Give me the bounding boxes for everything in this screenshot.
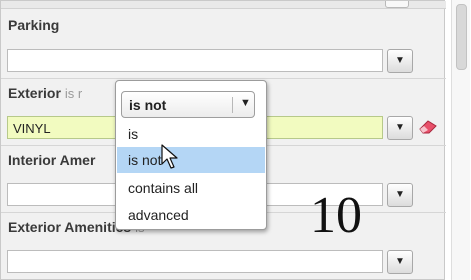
operator-option[interactable]: is xyxy=(117,121,265,147)
operator-option[interactable]: contains all xyxy=(117,175,265,201)
parking-dropdown-button[interactable]: ▼ xyxy=(387,49,413,73)
scrollbar-thumb[interactable] xyxy=(456,4,467,70)
operator-option[interactable]: advanced xyxy=(117,202,265,228)
separator xyxy=(1,78,446,79)
mouse-cursor-icon xyxy=(161,144,178,169)
previous-dropdown-button-edge[interactable] xyxy=(385,1,409,8)
operator-select[interactable]: is not ▼ xyxy=(121,91,255,118)
operator-popup: is not ▼ is is not contains all advanced xyxy=(115,80,267,230)
eraser-icon[interactable] xyxy=(419,120,437,134)
operator-text: is r xyxy=(64,86,83,101)
chevron-down-icon: ▼ xyxy=(395,256,405,267)
overlay-number: 10 xyxy=(310,187,362,244)
interior-amenities-dropdown-button[interactable]: ▼ xyxy=(387,183,413,207)
operator-select-value: is not xyxy=(129,97,167,113)
parking-input[interactable] xyxy=(7,49,383,72)
field-label-parking: Parking xyxy=(8,17,60,33)
exterior-amenities-dropdown-button[interactable]: ▼ xyxy=(387,250,413,274)
previous-row-edge xyxy=(1,1,446,9)
vertical-scrollbar[interactable] xyxy=(451,0,470,280)
chevron-down-icon: ▼ xyxy=(395,189,405,200)
select-divider xyxy=(232,97,233,113)
field-label-exterior: Exterior is r xyxy=(8,85,83,101)
exterior-amenities-input[interactable] xyxy=(7,250,383,273)
field-label-interior-amenities: Interior Amer xyxy=(8,152,96,168)
chevron-down-icon: ▼ xyxy=(240,97,251,109)
operator-option-selected[interactable]: is not xyxy=(117,147,265,173)
chevron-down-icon: ▼ xyxy=(395,55,405,66)
chevron-down-icon: ▼ xyxy=(395,122,405,133)
exterior-dropdown-button[interactable]: ▼ xyxy=(387,116,413,140)
